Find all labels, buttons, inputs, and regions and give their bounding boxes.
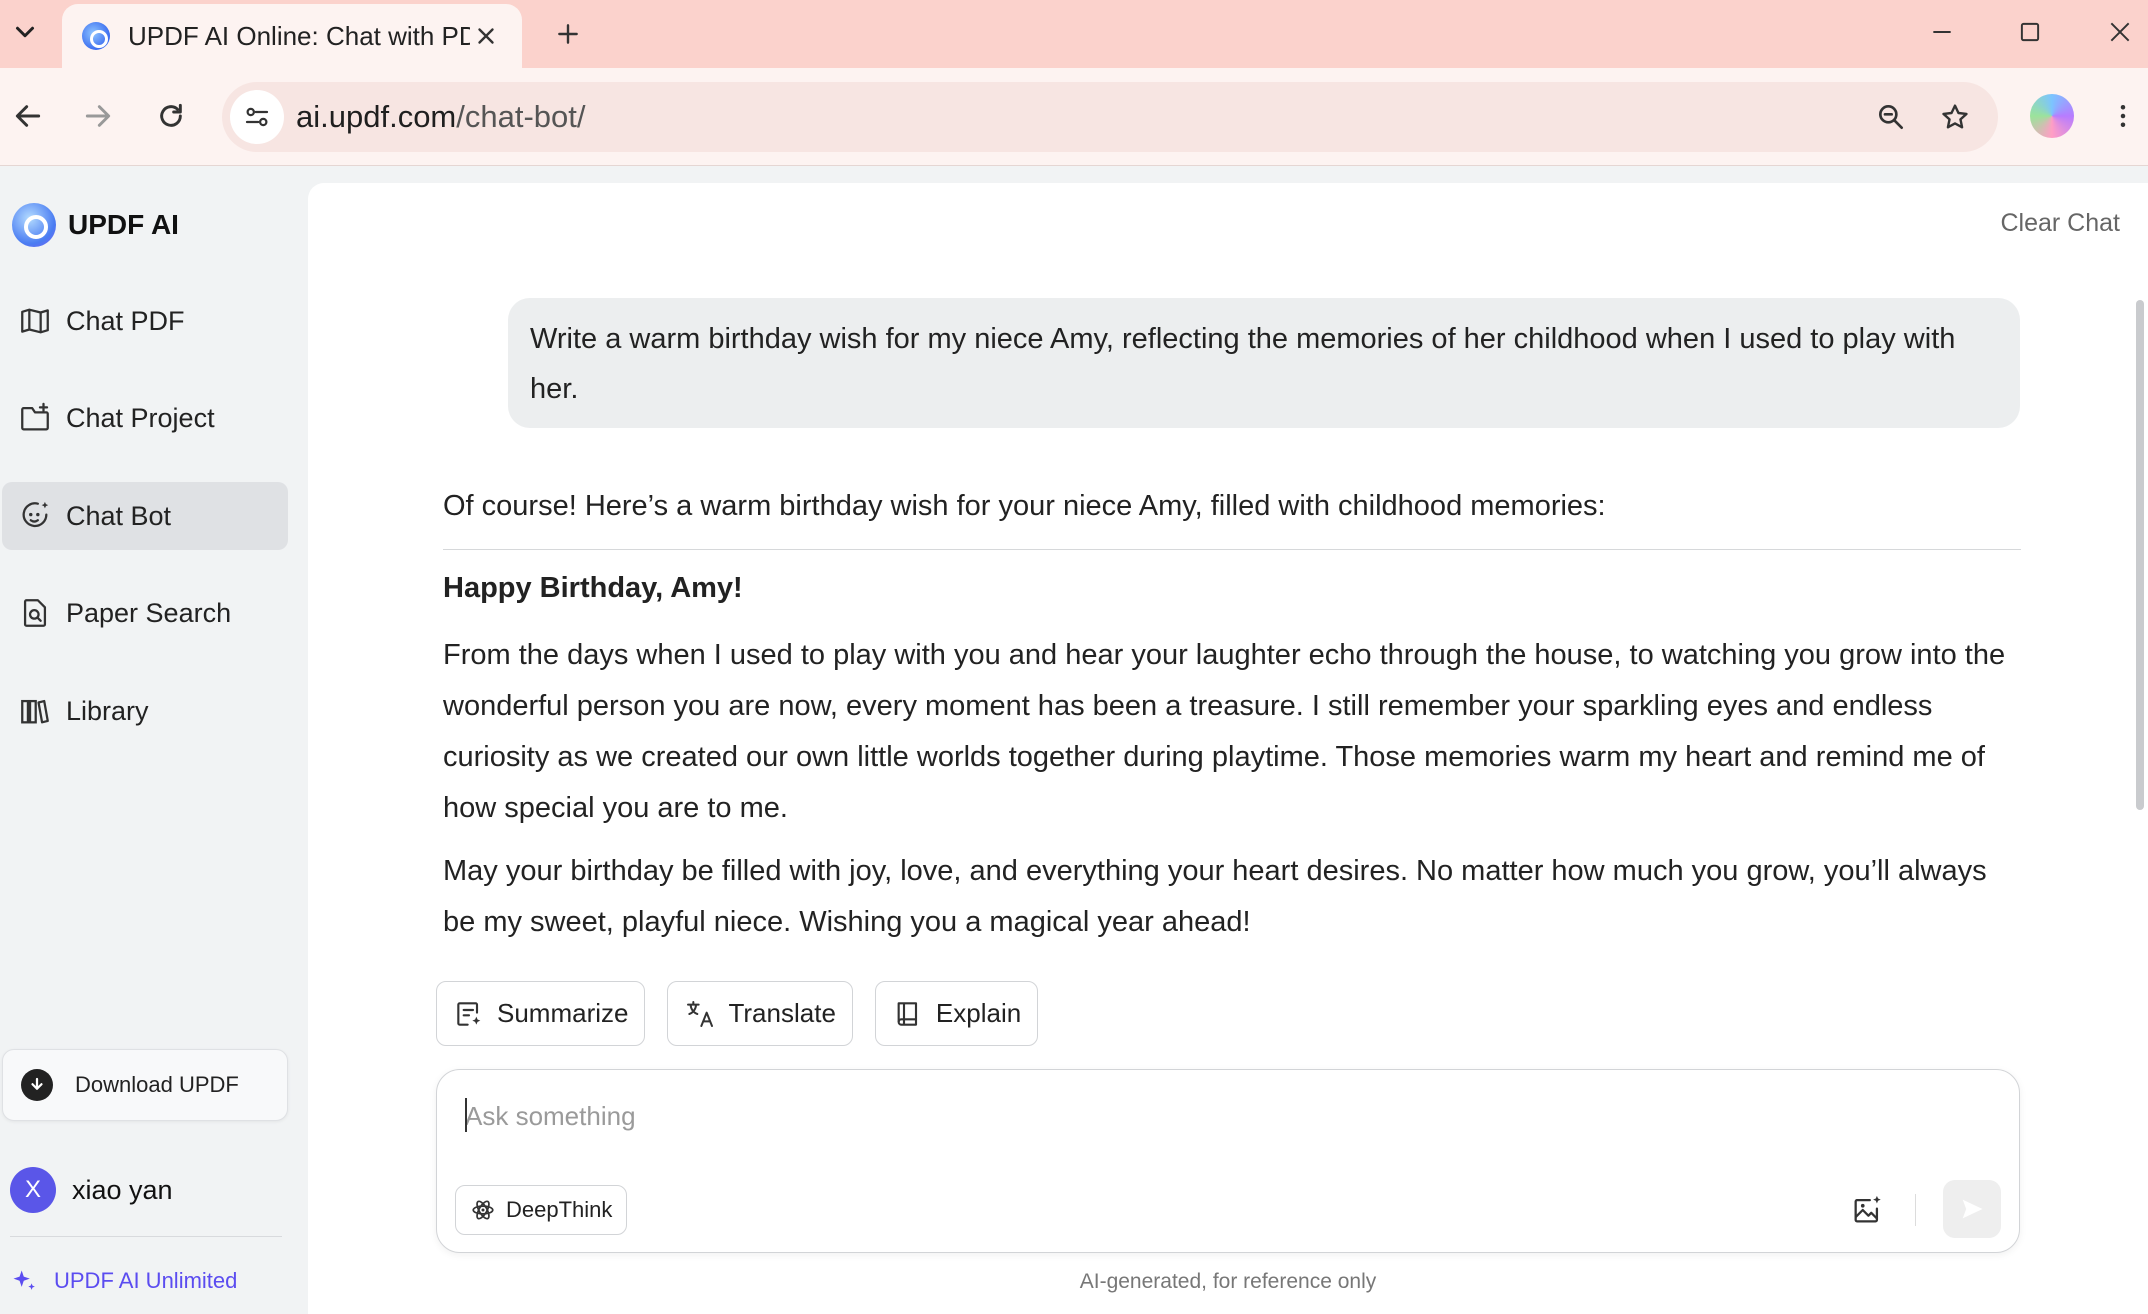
sidebar-item-label: Library — [66, 695, 149, 726]
message-composer: DeepThink — [436, 1069, 2020, 1253]
minimize-button[interactable] — [1912, 10, 1972, 54]
image-upload-button[interactable] — [1843, 1186, 1891, 1234]
download-label: Download UPDF — [75, 1072, 239, 1097]
forward-button[interactable] — [70, 88, 126, 144]
user-profile[interactable]: X xiao yan — [10, 1167, 173, 1213]
maximize-icon — [2020, 22, 2040, 42]
sidebar-item-chat-pdf[interactable]: Chat PDF — [2, 287, 288, 355]
browser-tab-bar: UPDF AI Online: Chat with PDF — [0, 0, 2148, 68]
quick-actions: Summarize Translate Explain — [436, 981, 1060, 1046]
text-caret — [465, 1098, 467, 1132]
reload-icon — [160, 103, 182, 127]
sidebar-item-paper-search[interactable]: Paper Search — [2, 579, 288, 647]
brand[interactable]: UPDF AI — [12, 203, 179, 247]
sidebar-item-label: Paper Search — [66, 597, 232, 628]
sidebar: UPDF AI Chat PDF Chat Project Chat Bot P… — [0, 167, 300, 1314]
explain-button[interactable]: Explain — [874, 981, 1039, 1046]
book-icon — [897, 1001, 917, 1026]
translate-button[interactable]: Translate — [667, 981, 853, 1046]
send-icon — [1962, 1199, 1983, 1219]
ask-input[interactable] — [465, 1096, 1965, 1136]
profile-avatar[interactable] — [2030, 94, 2074, 138]
user-message-bubble: Write a warm birthday wish for my niece … — [508, 298, 2020, 428]
tab-close-button[interactable] — [470, 20, 502, 52]
atom-icon — [472, 1200, 494, 1220]
reply-paragraph: From the days when I used to play with y… — [443, 639, 2006, 824]
sidebar-item-label: Chat Bot — [66, 500, 172, 531]
zoom-button[interactable] — [1866, 92, 1916, 142]
reply-title: Happy Birthday, Amy! — [443, 572, 743, 604]
summarize-label: Summarize — [497, 998, 629, 1028]
composer-divider — [1915, 1194, 1916, 1226]
document-search-icon — [23, 599, 47, 627]
zoom-icon — [1879, 105, 1903, 129]
tab-title: UPDF AI Online: Chat with PDF — [128, 20, 471, 51]
clear-chat-button[interactable]: Clear Chat — [2001, 209, 2121, 238]
summarize-button[interactable]: Summarize — [436, 981, 646, 1046]
deepthink-toggle[interactable]: DeepThink — [455, 1185, 628, 1235]
new-tab-button[interactable] — [548, 14, 588, 54]
ai-disclaimer: AI-generated, for reference only — [1079, 1270, 1377, 1293]
url-text: ai.updf.com/chat-bot/ — [296, 99, 586, 135]
library-icon — [21, 699, 49, 724]
bookmark-button[interactable] — [1930, 92, 1980, 142]
reload-button[interactable] — [143, 88, 199, 144]
reply-intro: Of course! Here’s a warm birthday wish f… — [443, 490, 1606, 522]
bot-face-icon — [22, 501, 49, 528]
address-bar[interactable]: ai.updf.com/chat-bot/ — [222, 82, 1998, 152]
window-close-button[interactable] — [2090, 10, 2148, 54]
back-button[interactable] — [0, 88, 56, 144]
book-open-icon — [21, 308, 49, 334]
sidebar-item-chat-project[interactable]: Chat Project — [2, 384, 288, 452]
tab-search-button[interactable] — [0, 0, 50, 64]
sidebar-item-library[interactable]: Library — [2, 677, 288, 745]
more-vertical-icon — [2120, 105, 2126, 127]
summarize-icon — [457, 1001, 481, 1026]
image-sparkle-icon — [1854, 1195, 1881, 1223]
translate-icon — [687, 1000, 714, 1027]
sidebar-item-label: Chat PDF — [66, 305, 185, 336]
chevron-down-icon — [16, 26, 34, 38]
download-updf-button[interactable]: Download UPDF — [2, 1049, 288, 1121]
sidebar-divider — [10, 1236, 282, 1237]
download-icon — [21, 1069, 53, 1101]
deepthink-label: DeepThink — [506, 1197, 613, 1222]
sidebar-item-chat-bot[interactable]: Chat Bot — [2, 482, 288, 550]
star-icon — [1942, 104, 1968, 129]
maximize-button[interactable] — [2000, 10, 2060, 54]
scrollbar-thumb[interactable] — [2136, 300, 2144, 810]
avatar: X — [10, 1167, 56, 1213]
explain-label: Explain — [935, 998, 1022, 1028]
updf-logo-icon — [12, 203, 56, 247]
arrow-right-icon — [85, 105, 111, 127]
arrow-left-icon — [15, 105, 41, 127]
browser-tab[interactable]: UPDF AI Online: Chat with PDF — [62, 4, 522, 68]
updf-favicon-icon — [82, 22, 110, 50]
url-path: /chat-bot/ — [456, 99, 586, 134]
brand-name: UPDF AI — [68, 209, 179, 240]
browser-menu-button[interactable] — [2106, 94, 2140, 138]
sidebar-item-label: Chat Project — [66, 402, 215, 433]
browser-toolbar: ai.updf.com/chat-bot/ — [0, 68, 2148, 166]
url-host: ai.updf.com — [296, 99, 457, 134]
translate-label: Translate — [728, 998, 836, 1028]
minimize-icon — [1933, 31, 1951, 33]
reply-paragraph: May your birthday be filled with joy, lo… — [443, 855, 1987, 938]
user-name: xiao yan — [72, 1174, 173, 1205]
close-icon — [2110, 22, 2130, 42]
site-info-button[interactable] — [230, 90, 284, 144]
reply-divider — [443, 549, 2021, 550]
tune-icon — [245, 107, 269, 127]
folder-plus-icon — [21, 402, 49, 431]
plus-icon — [558, 24, 578, 44]
close-icon — [478, 28, 494, 44]
send-button[interactable] — [1943, 1180, 2001, 1238]
